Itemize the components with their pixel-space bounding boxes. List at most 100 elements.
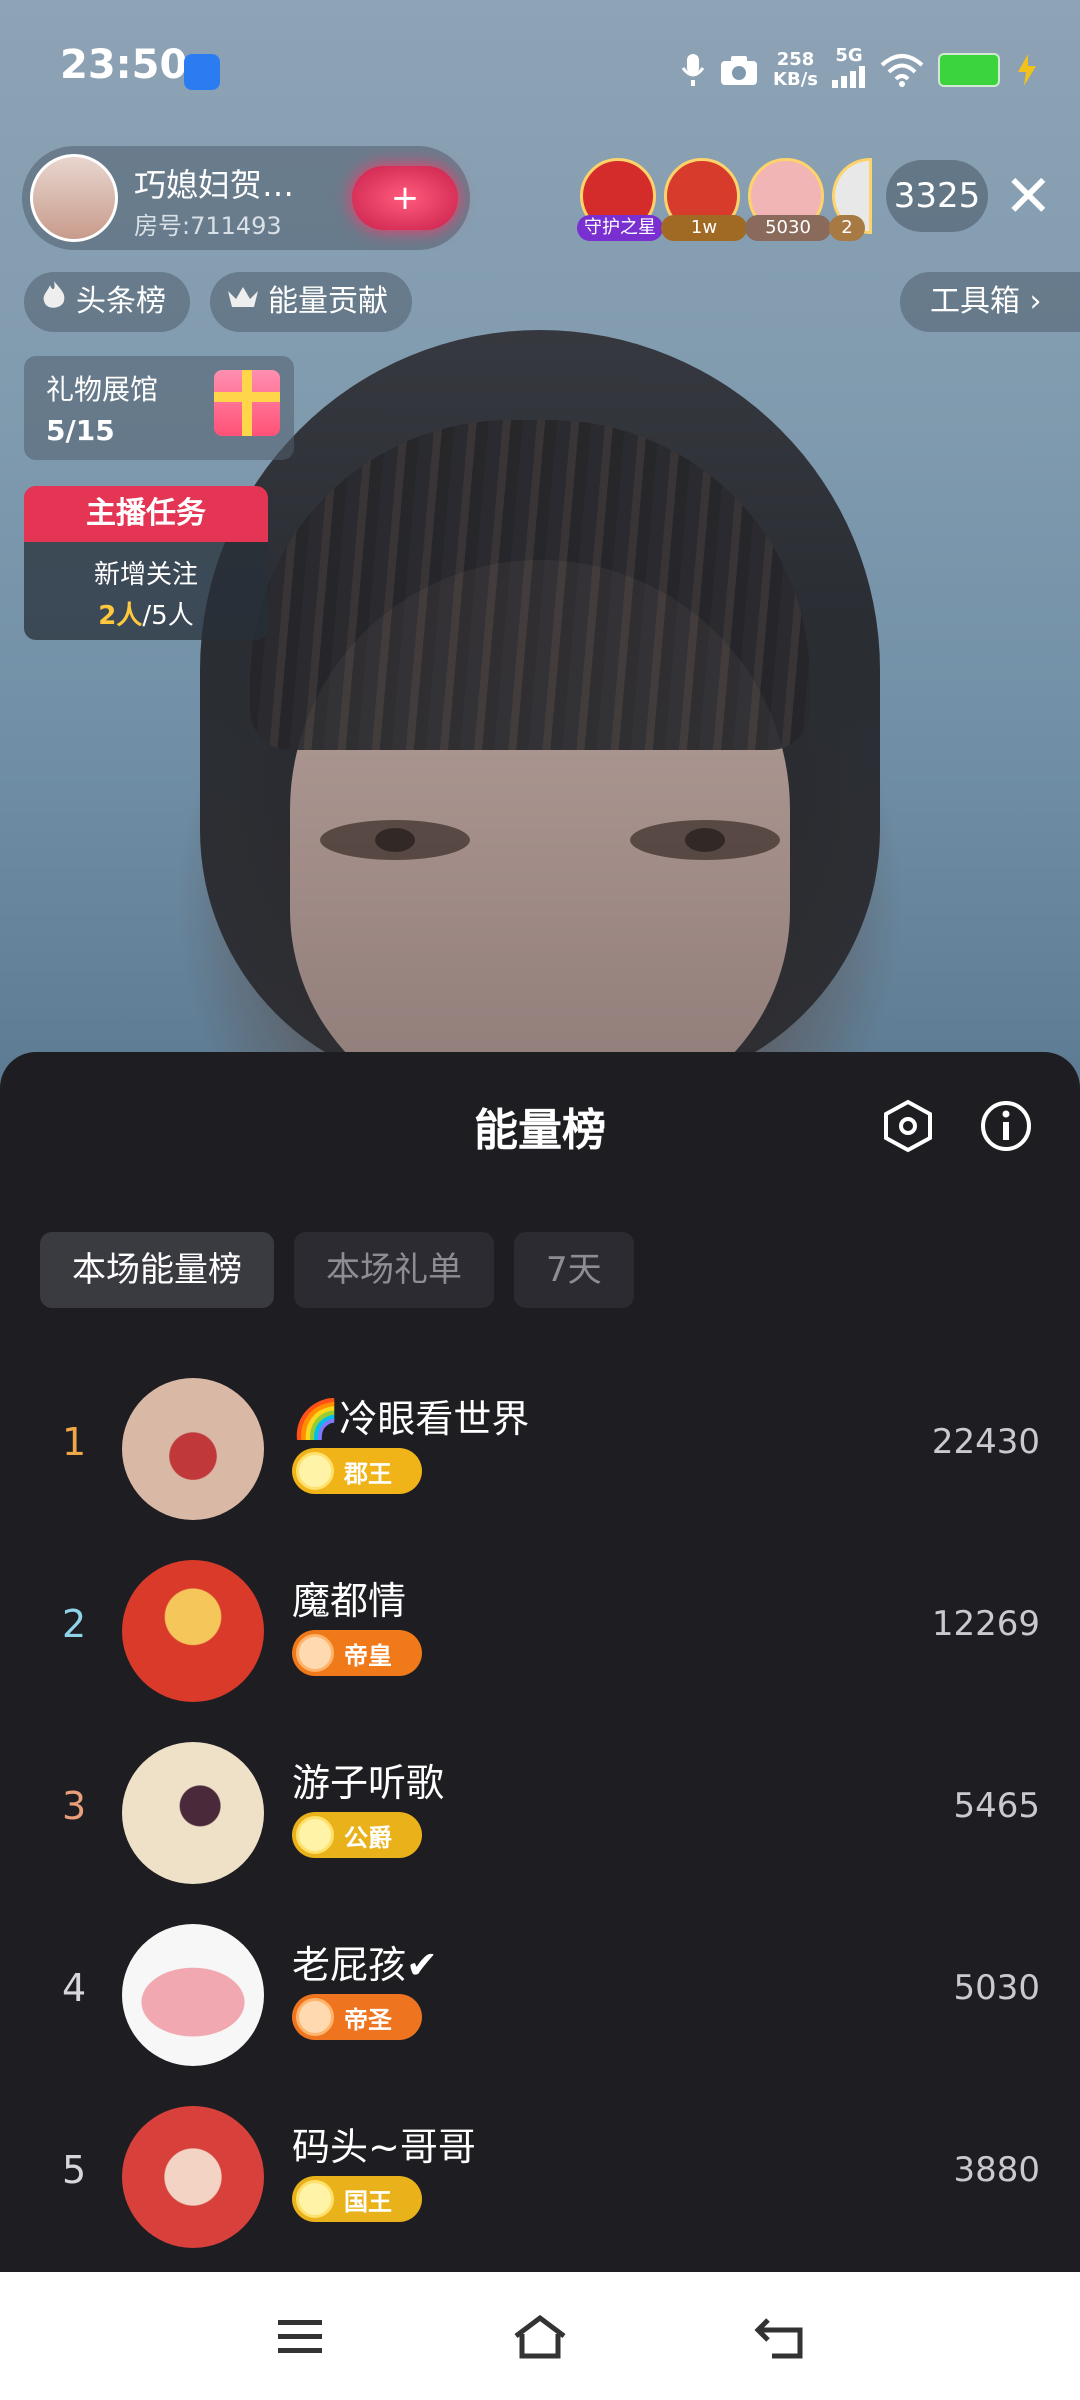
network-label: 5G: [835, 45, 863, 66]
energy-ranking-sheet: 能量榜 本场能量榜 本场礼单 7天 1 🌈冷眼看世界 郡王 22430 2 魔都…: [0, 1052, 1080, 2272]
energy-score: 5030: [953, 1968, 1040, 2008]
task-current: 2人: [98, 601, 143, 631]
guard-tag: 守护之星: [577, 215, 663, 241]
menu-icon[interactable]: [270, 2312, 330, 2362]
user-name: 老屁孩✔: [292, 1943, 438, 1987]
level-badge: 帝圣: [292, 1994, 422, 2040]
user-avatar[interactable]: [122, 1378, 264, 1520]
streamer-eye-left: [320, 820, 470, 860]
info-icon[interactable]: [978, 1098, 1034, 1154]
settings-hexagon-icon[interactable]: [880, 1098, 936, 1154]
close-button[interactable]: ✕: [1004, 166, 1053, 226]
network-speed: 258 KB/s: [773, 48, 818, 90]
ranking-row[interactable]: 2 魔都情 帝皇 12269: [0, 1550, 1080, 1710]
ranking-row[interactable]: 3 游子听歌 公爵 5465: [0, 1732, 1080, 1892]
diamond-icon: [296, 1452, 334, 1490]
toolbox-label: 工具箱 ›: [930, 284, 1042, 319]
task-total: /5人: [142, 601, 194, 631]
level-badge: 公爵: [292, 1812, 422, 1858]
guard-avatar[interactable]: 5030: [745, 158, 831, 241]
level-badge-label: 帝皇: [344, 1641, 392, 1670]
user-avatar[interactable]: [122, 2106, 264, 2248]
rank-number: 5: [62, 2148, 87, 2192]
tab-session-energy[interactable]: 本场能量榜: [40, 1232, 274, 1308]
crown-icon: [226, 272, 260, 332]
anchor-avatar[interactable]: [30, 154, 118, 242]
anchor-task-desc: 新增关注: [93, 560, 198, 590]
battery-icon: [938, 52, 1000, 87]
user-avatar[interactable]: [122, 1924, 264, 2066]
rank-number: 1: [62, 1420, 87, 1464]
viewer-count[interactable]: 3325: [886, 160, 988, 232]
mic-icon: [681, 53, 705, 86]
wifi-icon: [880, 53, 924, 87]
gift-hall-title: 礼物展馆: [46, 373, 159, 406]
user-avatar[interactable]: [122, 1560, 264, 1702]
flame-icon: [40, 272, 68, 332]
user-name: 游子听歌: [292, 1761, 445, 1805]
tab-session-gifts[interactable]: 本场礼单: [294, 1232, 494, 1308]
anchor-task-header: 主播任务: [24, 486, 268, 542]
follow-button[interactable]: +: [352, 166, 458, 230]
headline-rank-pill[interactable]: 头条榜: [24, 272, 190, 332]
guard-avatar[interactable]: 守护之星: [577, 158, 663, 241]
back-icon[interactable]: [750, 2312, 810, 2362]
anchor-task-card[interactable]: 主播任务 新增关注 2人/5人: [24, 486, 268, 640]
ranking-row[interactable]: 5 码头~哥哥 国王 3880: [0, 2096, 1080, 2256]
rank-number: 2: [62, 1602, 87, 1646]
level-badge-label: 公爵: [344, 1823, 392, 1852]
level-badge-label: 帝圣: [344, 2005, 392, 2034]
gift-box-icon: [214, 370, 280, 436]
cast-icon: [184, 54, 220, 90]
streamer-eye-right: [630, 820, 780, 860]
guard-avatar[interactable]: 1w: [661, 158, 747, 241]
anchor-name: 巧媳妇贺…: [134, 166, 295, 204]
ranking-row[interactable]: 1 🌈冷眼看世界 郡王 22430: [0, 1368, 1080, 1528]
gift-hall-card[interactable]: 礼物展馆 5/15: [24, 356, 294, 460]
anchor-card[interactable]: 巧媳妇贺… 房号:711493 +: [22, 146, 470, 250]
network-type: 5G: [832, 46, 866, 93]
guard-avatar[interactable]: 2: [829, 158, 872, 241]
guard-tag: 5030: [745, 215, 831, 241]
rank-number: 3: [62, 1784, 87, 1828]
energy-contribution-label: 能量贡献: [268, 284, 388, 319]
tab-7-days[interactable]: 7天: [514, 1232, 634, 1308]
energy-score: 3880: [953, 2150, 1040, 2190]
headline-rank-label: 头条榜: [76, 284, 166, 319]
status-bar: 23:50 258 KB/s 5G: [0, 0, 1080, 140]
user-name: 码头~哥哥: [292, 2125, 476, 2169]
energy-contribution-pill[interactable]: 能量贡献: [210, 272, 412, 332]
level-badge-label: 国王: [344, 2187, 392, 2216]
diamond-icon: [296, 1634, 334, 1672]
guard-tag: 1w: [661, 215, 747, 241]
diamond-icon: [296, 1998, 334, 2036]
level-badge-label: 郡王: [344, 1459, 392, 1488]
signal-icon: [832, 66, 865, 88]
gift-hall-progress: 5/15: [46, 414, 115, 447]
user-name: 🌈冷眼看世界: [292, 1397, 530, 1441]
diamond-icon: [296, 2180, 334, 2218]
user-name: 魔都情: [292, 1579, 407, 1623]
anchor-room-id: 房号:711493: [134, 212, 282, 240]
ranking-tabs: 本场能量榜 本场礼单 7天: [40, 1232, 634, 1308]
status-time: 23:50: [60, 42, 188, 88]
status-icons: 258 KB/s 5G: [681, 46, 1040, 93]
speed-value: 258: [776, 48, 815, 70]
anchor-task-progress: 2人/5人: [24, 595, 268, 632]
level-badge: 郡王: [292, 1448, 422, 1494]
camera-icon: [721, 55, 758, 85]
toolbox-pill[interactable]: 工具箱 ›: [900, 272, 1080, 332]
home-icon[interactable]: [510, 2312, 570, 2362]
top-guard-avatars[interactable]: 守护之星 1w 5030 2: [577, 158, 880, 244]
rank-number: 4: [62, 1966, 87, 2010]
energy-score: 22430: [931, 1422, 1040, 1462]
guard-tag: 2: [829, 215, 865, 241]
energy-score: 12269: [931, 1604, 1040, 1644]
system-nav-bar: [0, 2272, 1080, 2400]
charging-icon: [1018, 53, 1036, 86]
diamond-icon: [296, 1816, 334, 1854]
user-avatar[interactable]: [122, 1742, 264, 1884]
ranking-row[interactable]: 4 老屁孩✔ 帝圣 5030: [0, 1914, 1080, 2074]
energy-score: 5465: [953, 1786, 1040, 1826]
level-badge: 帝皇: [292, 1630, 422, 1676]
